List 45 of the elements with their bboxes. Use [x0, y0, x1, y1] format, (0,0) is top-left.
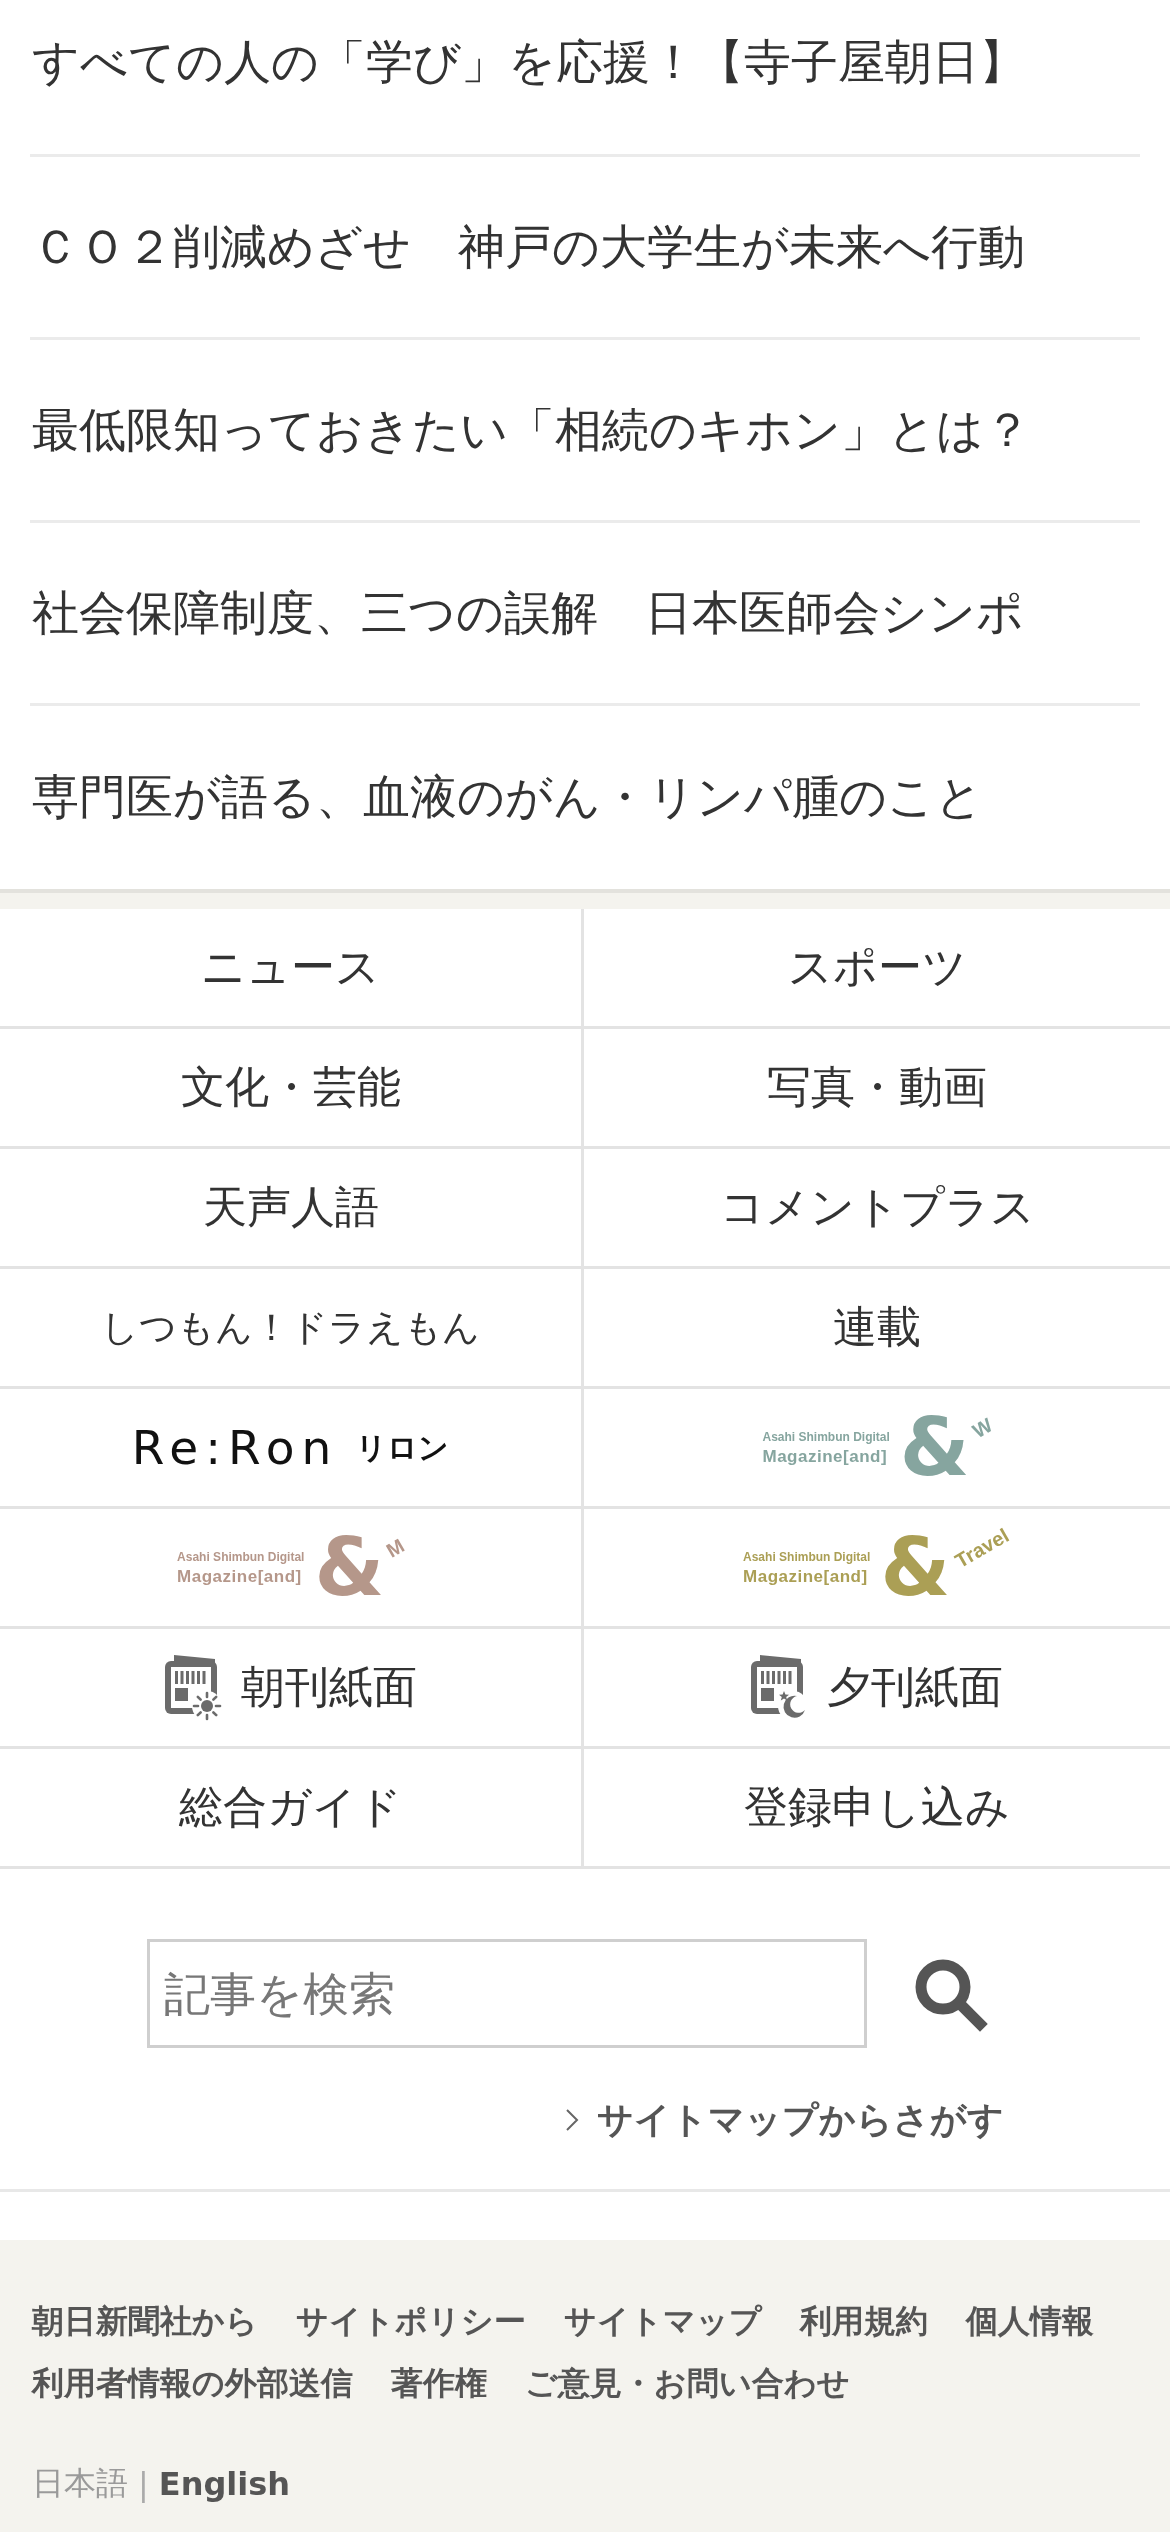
nav-link[interactable]: 総合ガイド: [0, 1749, 584, 1869]
nav-link[interactable]: 連載: [584, 1269, 1170, 1389]
logo-publisher: Asahi Shimbun Digital: [762, 1430, 890, 1443]
logo-suffix: M: [383, 1534, 408, 1561]
article-link[interactable]: すべての人の「学び」を応援！【寺子屋朝日】: [30, 0, 1140, 157]
article-link[interactable]: ＣＯ２削減めざせ 神戸の大学生が未来へ行動: [30, 157, 1140, 340]
nav-link[interactable]: 登録申し込み: [584, 1749, 1170, 1869]
logo-wordmark: Re:Ron: [131, 1424, 339, 1471]
logo-title: Magazine[and]: [177, 1567, 303, 1585]
nav-link[interactable]: 文化・芸能: [0, 1029, 584, 1149]
footer-link[interactable]: 朝日新聞社から: [32, 2290, 258, 2352]
nav-link[interactable]: しつもん！ドラえもん: [0, 1269, 584, 1389]
nav-link[interactable]: コメントプラス: [584, 1149, 1170, 1269]
nav-link[interactable]: ニュース: [0, 909, 584, 1029]
nav-link[interactable]: スポーツ: [584, 909, 1170, 1029]
footer-link[interactable]: 利用規約: [800, 2290, 928, 2352]
logo-publisher: Asahi Shimbun Digital: [177, 1550, 305, 1563]
article-link[interactable]: 最低限知っておきたい「相続のキホン」とは？: [30, 340, 1140, 523]
logo-suffix: W: [968, 1414, 996, 1441]
newspaper-sun-icon: [164, 1654, 223, 1721]
nav-link[interactable]: 写真・動画: [584, 1029, 1170, 1149]
logo-symbol: &: [899, 1411, 970, 1484]
sitemap-link[interactable]: サイトマップからさがす: [565, 2098, 1004, 2142]
article-link[interactable]: 専門医が語る、血液のがん・リンパ腫のこと: [30, 706, 1140, 889]
nav-link[interactable]: 朝刊紙面: [0, 1629, 584, 1749]
footer-link[interactable]: サイトマップ: [564, 2290, 762, 2352]
nav-link[interactable]: Re:Ron リロン: [0, 1389, 584, 1509]
article-link[interactable]: 社会保障制度、三つの誤解 日本医師会シンポ: [30, 523, 1140, 706]
logo-title: Magazine[and]: [762, 1447, 889, 1465]
nav-link[interactable]: 天声人語: [0, 1149, 584, 1269]
search-field[interactable]: 記事を検索: [147, 1939, 867, 2048]
logo-subtitle: リロン: [356, 1432, 450, 1463]
logo-publisher: Asahi Shimbun Digital: [743, 1550, 871, 1563]
chevron-right-icon: [565, 2108, 579, 2132]
footer-link[interactable]: ご意見・お問い合わせ: [525, 2352, 850, 2414]
footer-link[interactable]: 個人情報: [966, 2290, 1094, 2352]
footer-link[interactable]: サイトポリシー: [296, 2290, 526, 2352]
logo-title: Magazine[and]: [743, 1567, 869, 1585]
logo-symbol: &: [314, 1531, 385, 1604]
footer-link[interactable]: 著作権: [391, 2352, 487, 2414]
nav-link[interactable]: 夕刊紙面: [584, 1629, 1170, 1749]
logo-symbol: &: [880, 1531, 951, 1604]
language-separator: |: [138, 2465, 149, 2503]
footer-link[interactable]: 利用者情報の外部送信: [32, 2352, 353, 2414]
language-option[interactable]: English: [158, 2465, 291, 2503]
